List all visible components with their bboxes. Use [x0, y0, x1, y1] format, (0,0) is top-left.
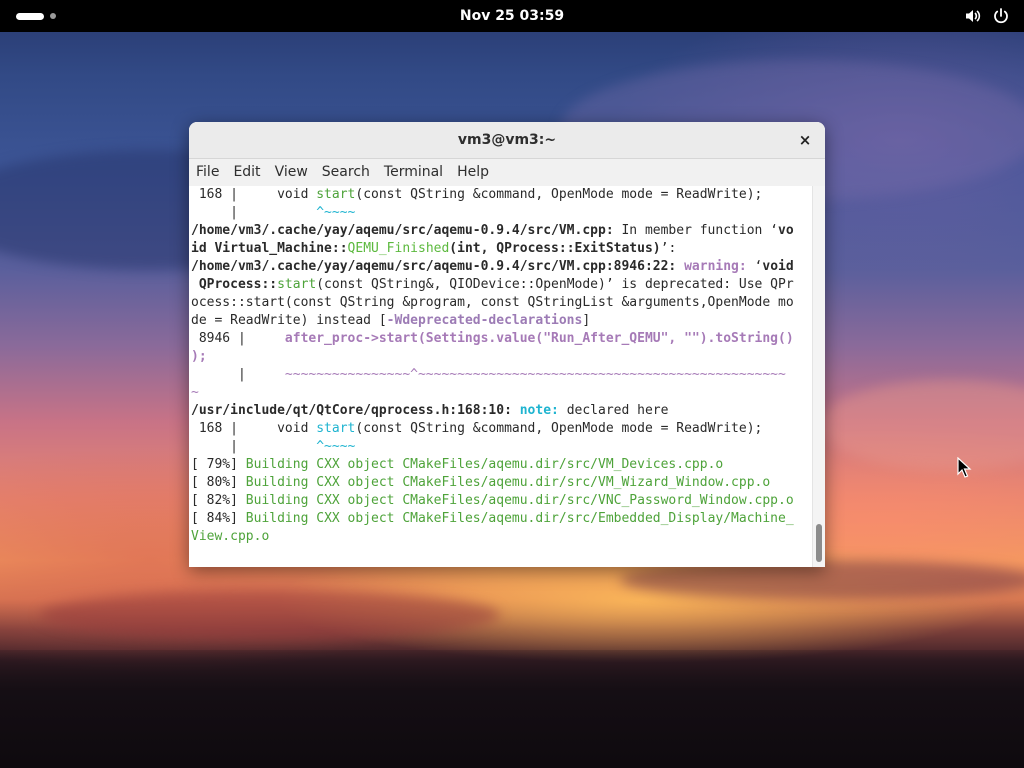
terminal-line: QProcess::start(const QString&, QIODevic… — [189, 276, 813, 294]
terminal-line: [ 80%] Building CXX object CMakeFiles/aq… — [189, 474, 813, 492]
terminal-text: (const QString&, QIODevice::OpenMode)’ i… — [316, 277, 794, 292]
terminal-text: QProcess:: — [191, 277, 278, 292]
terminal-line: ~ — [189, 384, 813, 402]
terminal-text: start — [316, 187, 356, 202]
terminal-text: [ 84%] — [191, 511, 246, 526]
close-button[interactable]: × — [795, 130, 815, 150]
terminal-text: 168 | void — [191, 421, 317, 436]
terminal-text: ~~~~~~~~~~~~~~~~^~~~~~~~~~~~~~~~~~~~~~~~… — [284, 367, 786, 382]
window-title: vm3@vm3:~ — [457, 132, 557, 148]
terminal-text: 168 | void — [191, 187, 317, 202]
terminal-text: | — [191, 439, 317, 454]
terminal-line: | ^~~~~ — [189, 204, 813, 222]
terminal-text: ^~~~~ — [316, 439, 356, 454]
terminal-text: ); — [191, 349, 207, 364]
terminal-line: | ^~~~~ — [189, 438, 813, 456]
terminal-text: /usr/include/qt/QtCore/qprocess.h:168:10… — [191, 403, 512, 418]
terminal-line: ); — [189, 348, 813, 366]
scrollbar[interactable] — [812, 186, 825, 567]
terminal-text: | — [191, 205, 317, 220]
terminal-text: note: — [519, 403, 559, 418]
mouse-pointer-icon — [957, 456, 973, 483]
top-bar: Nov 25 03:59 — [0, 0, 1024, 32]
menu-edit[interactable]: Edit — [226, 159, 267, 186]
terminal-text: In member function ‘ — [613, 223, 779, 238]
terminal-line: 8946 | after_proc->start(Settings.value(… — [189, 330, 813, 348]
terminal-text: [ 79%] — [191, 457, 246, 472]
terminal-text: [ 82%] — [191, 493, 246, 508]
menu-view[interactable]: View — [268, 159, 315, 186]
terminal-line: | ~~~~~~~~~~~~~~~~^~~~~~~~~~~~~~~~~~~~~~… — [189, 366, 813, 384]
menu-search[interactable]: Search — [315, 159, 377, 186]
terminal-text: (int, QProcess::ExitStatus) — [449, 241, 661, 256]
terminal-text: [ 80%] — [191, 475, 246, 490]
system-tray[interactable] — [964, 6, 1010, 26]
terminal-line: [ 79%] Building CXX object CMakeFiles/aq… — [189, 456, 813, 474]
terminal-line: [ 82%] Building CXX object CMakeFiles/aq… — [189, 492, 813, 510]
power-icon[interactable] — [992, 7, 1010, 25]
terminal-text: start — [316, 421, 356, 436]
terminal-text: (const QString &command, OpenMode mode =… — [355, 421, 763, 436]
terminal-text: ^~~~~ — [316, 205, 356, 220]
terminal-line: de = ReadWrite) instead [-Wdeprecated-de… — [189, 312, 813, 330]
terminal-text: Building CXX object CMakeFiles/aqemu.dir… — [245, 457, 724, 472]
terminal-text: ‘ — [746, 259, 763, 274]
menu-terminal[interactable]: Terminal — [377, 159, 450, 186]
terminal-line: 168 | void start(const QString &command,… — [189, 420, 813, 438]
terminal-line: 168 | void start(const QString &command,… — [189, 186, 813, 204]
terminal-line: /home/vm3/.cache/yay/aqemu/src/aqemu-0.9… — [189, 222, 813, 240]
terminal-text: ’: — [660, 241, 677, 256]
terminal-output[interactable]: 168 | void start(const QString &command,… — [189, 186, 813, 567]
terminal-text: id Virtual_Machine:: — [191, 241, 348, 256]
terminal-text: ~ — [191, 385, 199, 400]
terminal-text: void — [762, 259, 794, 274]
terminal-text: Building CXX object CMakeFiles/aqemu.dir… — [245, 475, 771, 490]
terminal-line: /usr/include/qt/QtCore/qprocess.h:168:10… — [189, 402, 813, 420]
terminal-line: [ 84%] Building CXX object CMakeFiles/aq… — [189, 510, 813, 528]
terminal-text: View.cpp.o — [191, 529, 270, 544]
terminal-text: /home/vm3/.cache/yay/aqemu/src/aqemu-0.9… — [191, 223, 614, 238]
terminal-text: | — [191, 367, 285, 382]
terminal-text: -Wdeprecated-declarations — [386, 313, 583, 328]
volume-icon[interactable] — [964, 7, 982, 25]
terminal-text: 8946 | — [191, 331, 285, 346]
terminal-text: vo — [778, 223, 794, 238]
terminal-text: Building CXX object CMakeFiles/aqemu.dir… — [245, 493, 794, 508]
menu-bar: File Edit View Search Terminal Help — [189, 159, 825, 187]
terminal-line: id Virtual_Machine::QEMU_Finished(int, Q… — [189, 240, 813, 258]
terminal-text: /home/vm3/.cache/yay/aqemu/src/aqemu-0.9… — [191, 259, 677, 274]
terminal-line: View.cpp.o — [189, 528, 813, 546]
menu-help[interactable]: Help — [450, 159, 496, 186]
terminal-text: ocess::start(const QString &program, con… — [191, 295, 794, 310]
terminal-text: start — [277, 277, 317, 292]
terminal-window: vm3@vm3:~ × File Edit View Search Termin… — [189, 122, 825, 567]
terminal-text: declared here — [558, 403, 669, 418]
terminal-text: Building CXX object CMakeFiles/aqemu.dir… — [245, 511, 794, 526]
terminal-line: ocess::start(const QString &program, con… — [189, 294, 813, 312]
scrollbar-thumb[interactable] — [816, 524, 822, 562]
terminal-line: /home/vm3/.cache/yay/aqemu/src/aqemu-0.9… — [189, 258, 813, 276]
menu-file[interactable]: File — [189, 159, 226, 186]
terminal-text: de = ReadWrite) instead [ — [191, 313, 387, 328]
terminal-text: after_proc->start(Settings.value("Run_Af… — [284, 331, 794, 346]
terminal-text: (const QString &command, OpenMode mode =… — [355, 187, 763, 202]
clock[interactable]: Nov 25 03:59 — [0, 0, 1024, 32]
terminal-text: warning: — [684, 259, 747, 274]
terminal-text: QEMU_Finished — [347, 241, 450, 256]
terminal-text: ] — [582, 313, 591, 328]
title-bar[interactable]: vm3@vm3:~ × — [189, 122, 825, 159]
horizon — [0, 650, 1024, 768]
